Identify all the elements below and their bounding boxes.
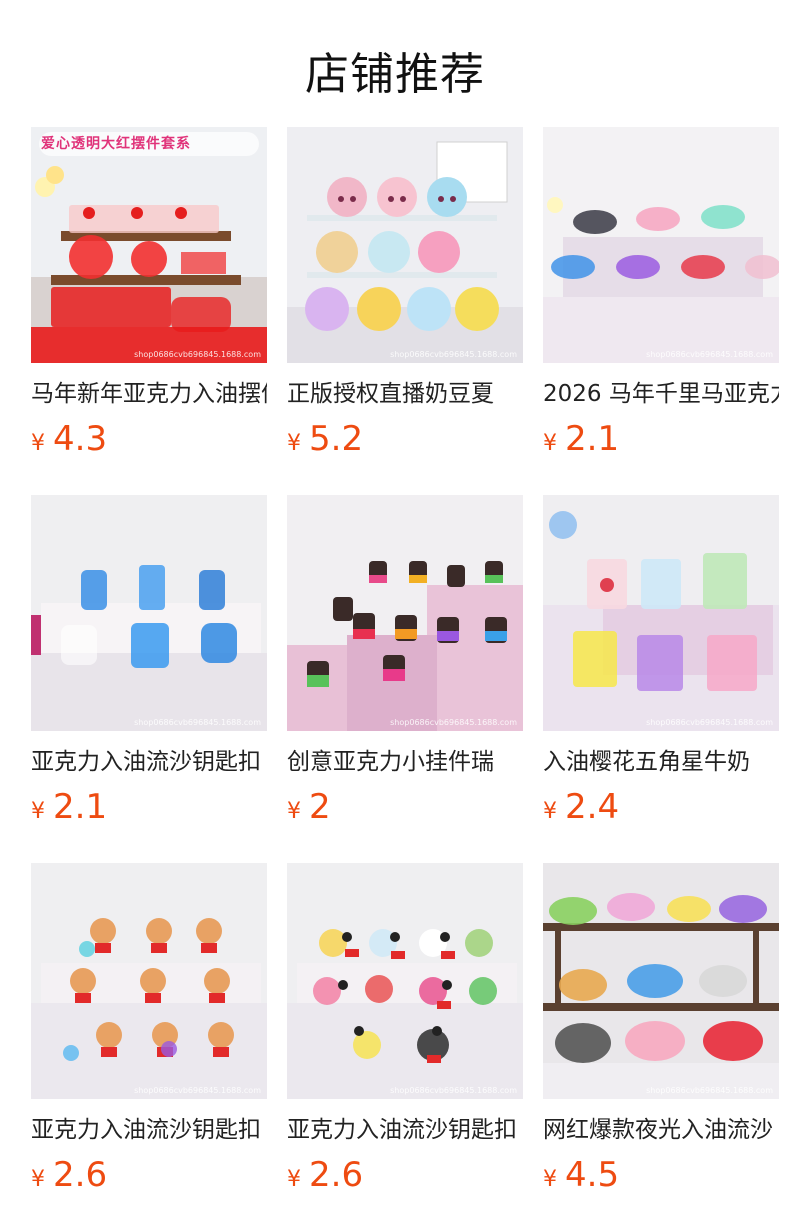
product-image[interactable]: 爱心透明大红摆件套系 shop0686cvb696845.1688.com — [31, 127, 267, 363]
image-watermark: shop0686cvb696845.1688.com — [646, 1086, 773, 1095]
product-card[interactable]: shop0686cvb696845.1688.com 创意亚克力小挂件瑞 ¥ 2 — [287, 495, 523, 827]
product-image[interactable]: shop0686cvb696845.1688.com — [543, 495, 779, 731]
currency-symbol: ¥ — [31, 1167, 45, 1192]
image-watermark: shop0686cvb696845.1688.com — [390, 1086, 517, 1095]
product-card[interactable]: shop0686cvb696845.1688.com 亚克力入油流沙钥匙扣 ¥ … — [287, 863, 523, 1195]
product-price: ¥ 5.2 — [287, 419, 523, 459]
page-title: 店铺推荐 — [305, 49, 485, 100]
product-price: ¥ 4.5 — [543, 1155, 779, 1195]
product-card[interactable]: shop0686cvb696845.1688.com 入油樱花五角星牛奶 ¥ 2… — [543, 495, 779, 827]
product-image[interactable]: shop0686cvb696845.1688.com — [287, 863, 523, 1099]
product-card[interactable]: shop0686cvb696845.1688.com 网红爆款夜光入油流沙 ¥ … — [543, 863, 779, 1195]
image-watermark: shop0686cvb696845.1688.com — [134, 350, 261, 359]
product-image[interactable]: shop0686cvb696845.1688.com — [543, 127, 779, 363]
product-card[interactable]: shop0686cvb696845.1688.com 2026 马年千里马亚克力… — [543, 127, 779, 459]
product-name[interactable]: 网红爆款夜光入油流沙 — [543, 1115, 779, 1145]
image-watermark: shop0686cvb696845.1688.com — [390, 350, 517, 359]
product-price: ¥ 2 — [287, 787, 523, 827]
price-value: 2.1 — [565, 419, 620, 459]
image-watermark: shop0686cvb696845.1688.com — [134, 1086, 261, 1095]
product-name[interactable]: 创意亚克力小挂件瑞 — [287, 747, 523, 777]
price-value: 2.1 — [53, 787, 108, 827]
currency-symbol: ¥ — [543, 799, 557, 824]
product-card[interactable]: shop0686cvb696845.1688.com 亚克力入油流沙钥匙扣 ¥ … — [31, 863, 267, 1195]
price-value: 2 — [309, 787, 331, 827]
product-price: ¥ 2.4 — [543, 787, 779, 827]
product-name[interactable]: 亚克力入油流沙钥匙扣 — [31, 1115, 267, 1145]
product-price: ¥ 4.3 — [31, 419, 267, 459]
price-value: 2.6 — [309, 1155, 364, 1195]
product-name[interactable]: 2026 马年千里马亚克力 — [543, 379, 779, 409]
product-image[interactable]: shop0686cvb696845.1688.com — [287, 127, 523, 363]
price-value: 2.6 — [53, 1155, 108, 1195]
product-name[interactable]: 亚克力入油流沙钥匙扣 — [287, 1115, 523, 1145]
currency-symbol: ¥ — [31, 799, 45, 824]
currency-symbol: ¥ — [287, 431, 301, 456]
product-image[interactable]: shop0686cvb696845.1688.com — [31, 495, 267, 731]
currency-symbol: ¥ — [287, 1167, 301, 1192]
currency-symbol: ¥ — [543, 431, 557, 456]
product-price: ¥ 2.1 — [31, 787, 267, 827]
product-card[interactable]: 爱心透明大红摆件套系 shop0686cvb696845.1688.com 马年… — [31, 127, 267, 459]
product-image[interactable]: shop0686cvb696845.1688.com — [31, 863, 267, 1099]
price-value: 2.4 — [565, 787, 620, 827]
currency-symbol: ¥ — [287, 799, 301, 824]
product-price: ¥ 2.6 — [31, 1155, 267, 1195]
product-image[interactable]: shop0686cvb696845.1688.com — [287, 495, 523, 731]
currency-symbol: ¥ — [543, 1167, 557, 1192]
product-price: ¥ 2.1 — [543, 419, 779, 459]
image-watermark: shop0686cvb696845.1688.com — [390, 718, 517, 727]
image-watermark: shop0686cvb696845.1688.com — [646, 350, 773, 359]
product-card[interactable]: shop0686cvb696845.1688.com 亚克力入油流沙钥匙扣 ¥ … — [31, 495, 267, 827]
currency-symbol: ¥ — [31, 431, 45, 456]
product-image[interactable]: shop0686cvb696845.1688.com — [543, 863, 779, 1099]
image-watermark: shop0686cvb696845.1688.com — [134, 718, 261, 727]
product-name[interactable]: 马年新年亚克力入油摆件 — [31, 379, 267, 409]
price-value: 4.5 — [565, 1155, 620, 1195]
image-watermark: shop0686cvb696845.1688.com — [646, 718, 773, 727]
price-value: 4.3 — [53, 419, 108, 459]
product-card[interactable]: shop0686cvb696845.1688.com 正版授权直播奶豆夏 ¥ 5… — [287, 127, 523, 459]
product-name[interactable]: 正版授权直播奶豆夏 — [287, 379, 523, 409]
product-name[interactable]: 亚克力入油流沙钥匙扣 — [31, 747, 267, 777]
price-value: 5.2 — [309, 419, 364, 459]
product-price: ¥ 2.6 — [287, 1155, 523, 1195]
product-banner: 爱心透明大红摆件套系 — [41, 136, 191, 152]
product-name[interactable]: 入油樱花五角星牛奶 — [543, 747, 779, 777]
